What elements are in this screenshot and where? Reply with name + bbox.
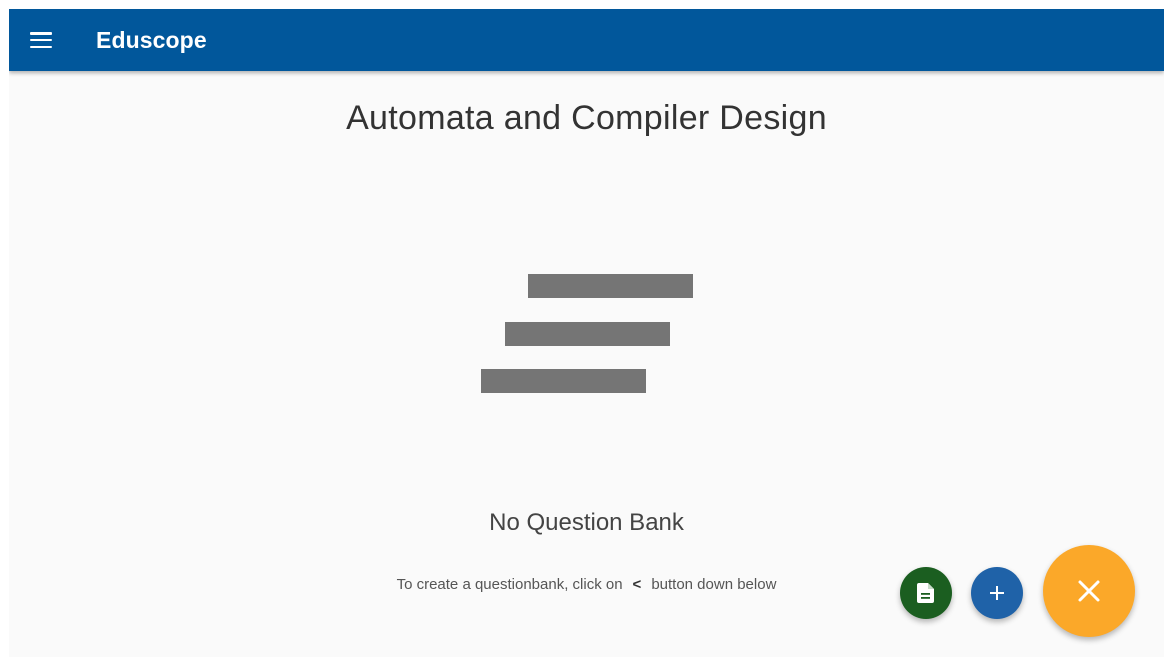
app-frame: Eduscope Automata and Compiler Design No…	[9, 9, 1164, 657]
close-icon	[1078, 580, 1100, 602]
app-bar: Eduscope	[9, 9, 1164, 71]
plus-icon	[990, 586, 1004, 600]
add-question-bank-button[interactable]	[971, 567, 1023, 619]
hint-chevron: <	[632, 576, 642, 593]
menu-icon	[30, 32, 52, 48]
empty-state-title: No Question Bank	[489, 509, 684, 536]
illustration-line-1	[528, 274, 693, 298]
illustration-line-3	[481, 369, 646, 393]
menu-button[interactable]	[9, 9, 73, 71]
hint-text-before: To create a questionbank, click on	[396, 576, 623, 593]
app-title: Eduscope	[96, 26, 207, 53]
illustration-line-2	[505, 322, 670, 346]
add-document-button[interactable]	[900, 567, 952, 619]
hint-text-after: button down below	[651, 576, 777, 593]
close-menu-button[interactable]	[1043, 545, 1135, 637]
document-icon	[917, 583, 934, 603]
stacked-lines-icon	[481, 274, 693, 393]
